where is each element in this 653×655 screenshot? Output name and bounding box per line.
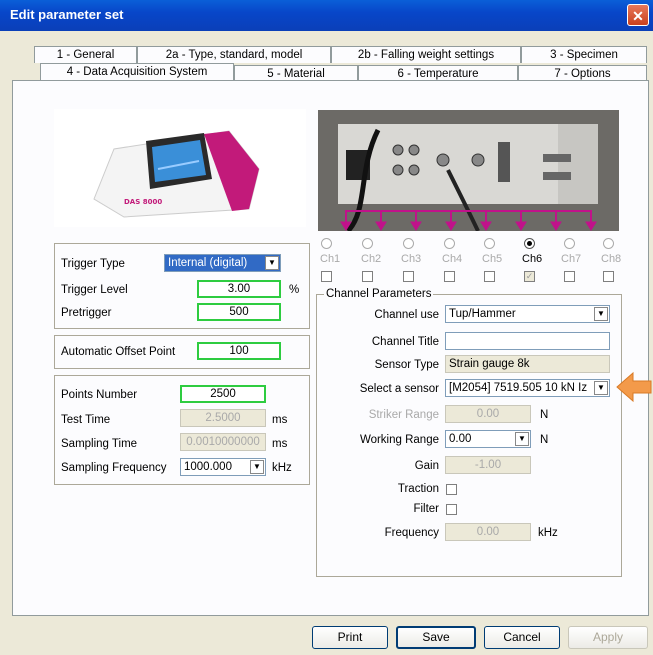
striker-range-unit: N bbox=[540, 409, 549, 421]
channel-6-checkbox[interactable]: ✓ bbox=[524, 271, 535, 282]
channel-3-checkbox[interactable] bbox=[403, 271, 414, 282]
offset-label: Automatic Offset Point bbox=[61, 346, 176, 358]
device-image: DAS 8000 bbox=[54, 109, 306, 227]
channel-6-label: Ch6 bbox=[522, 253, 543, 265]
print-button[interactable]: Print bbox=[312, 626, 388, 649]
traction-label: Traction bbox=[397, 483, 439, 495]
save-button[interactable]: Save bbox=[396, 626, 476, 649]
test-time-input: 2.5000 bbox=[180, 409, 266, 427]
pretrigger-input[interactable]: 500 bbox=[197, 303, 281, 321]
channel-5-label: Ch5 bbox=[482, 253, 503, 265]
device-brand-label: DAS 8000 bbox=[124, 198, 162, 206]
channel-1-radio[interactable] bbox=[321, 238, 332, 249]
test-time-unit: ms bbox=[272, 414, 288, 426]
channel-3-label: Ch3 bbox=[401, 253, 422, 265]
channel-use-select[interactable]: Tup/Hammer ▼ bbox=[445, 305, 610, 323]
traction-checkbox[interactable] bbox=[446, 484, 457, 495]
channel-7-checkbox[interactable] bbox=[564, 271, 575, 282]
sampling-frequency-value: 1000.000 bbox=[184, 461, 232, 473]
working-range-value: 0.00 bbox=[449, 433, 472, 445]
cancel-button[interactable]: Cancel bbox=[484, 626, 560, 649]
chevron-down-icon[interactable]: ▼ bbox=[265, 256, 279, 270]
channel-5-radio[interactable] bbox=[484, 238, 495, 249]
gain-label: Gain bbox=[414, 460, 439, 472]
title-bar: Edit parameter set ✕ bbox=[0, 0, 653, 31]
select-sensor-label: Select a sensor bbox=[359, 383, 439, 395]
channel-2-radio[interactable] bbox=[362, 238, 373, 249]
channel-1-checkbox[interactable] bbox=[321, 271, 332, 282]
select-sensor-value: [M2054] 7519.505 10 kN Iz bbox=[449, 382, 588, 394]
chevron-down-icon[interactable]: ▼ bbox=[250, 460, 264, 474]
trigger-type-label: Trigger Type bbox=[61, 258, 125, 270]
channel-3-radio[interactable] bbox=[403, 238, 414, 249]
sampling-time-unit: ms bbox=[272, 438, 288, 450]
trigger-level-input[interactable]: 3.00 bbox=[197, 280, 281, 298]
offset-input[interactable]: 100 bbox=[197, 342, 281, 360]
chevron-down-icon[interactable]: ▼ bbox=[515, 432, 529, 446]
working-range-unit: N bbox=[540, 434, 549, 446]
striker-range-label: Striker Range bbox=[368, 409, 439, 421]
channel-2-label: Ch2 bbox=[361, 253, 382, 265]
working-range-select[interactable]: 0.00 ▼ bbox=[445, 430, 531, 448]
channel-8-radio[interactable] bbox=[603, 238, 614, 249]
channel-arrows bbox=[340, 210, 597, 231]
channel-use-label: Channel use bbox=[374, 309, 439, 321]
channel-2-checkbox[interactable] bbox=[362, 271, 373, 282]
test-time-label: Test Time bbox=[61, 414, 111, 426]
channel-8-checkbox[interactable] bbox=[603, 271, 614, 282]
channel-6-radio[interactable] bbox=[524, 238, 535, 249]
gain-input: -1.00 bbox=[445, 456, 531, 474]
tab-specimen[interactable]: 3 - Specimen bbox=[521, 46, 647, 63]
pretrigger-label: Pretrigger bbox=[61, 307, 112, 319]
trigger-level-unit: % bbox=[289, 284, 300, 296]
channel-title-input[interactable] bbox=[445, 332, 610, 350]
frequency-input: 0.00 bbox=[445, 523, 531, 541]
striker-range-input: 0.00 bbox=[445, 405, 531, 423]
channel-8-label: Ch8 bbox=[601, 253, 622, 265]
highlight-arrow-icon bbox=[616, 371, 652, 403]
tab-type-standard-model[interactable]: 2a - Type, standard, model bbox=[137, 46, 331, 63]
channel-4-checkbox[interactable] bbox=[444, 271, 455, 282]
window-title: Edit parameter set bbox=[10, 7, 124, 22]
filter-checkbox[interactable] bbox=[446, 504, 457, 515]
working-range-label: Working Range bbox=[359, 434, 439, 446]
channel-parameters-legend: Channel Parameters bbox=[324, 288, 434, 300]
trigger-level-label: Trigger Level bbox=[61, 284, 128, 296]
points-number-label: Points Number bbox=[61, 389, 138, 401]
tab-general[interactable]: 1 - General bbox=[34, 46, 137, 63]
sampling-frequency-unit: kHz bbox=[272, 462, 292, 474]
trigger-type-value: Internal (digital) bbox=[168, 257, 248, 269]
select-sensor-select[interactable]: [M2054] 7519.505 10 kN Iz ▼ bbox=[445, 379, 610, 397]
chevron-down-icon[interactable]: ▼ bbox=[594, 307, 608, 321]
frequency-unit: kHz bbox=[538, 527, 558, 539]
filter-label: Filter bbox=[413, 503, 439, 515]
channel-1-label: Ch1 bbox=[320, 253, 341, 265]
sensor-type-label: Sensor Type bbox=[374, 359, 439, 371]
channel-4-radio[interactable] bbox=[444, 238, 455, 249]
chevron-down-icon[interactable]: ▼ bbox=[594, 381, 608, 395]
sampling-time-input: 0.0010000000 bbox=[180, 433, 266, 451]
sampling-frequency-select[interactable]: 1000.000 ▼ bbox=[180, 458, 266, 476]
sampling-frequency-label: Sampling Frequency bbox=[61, 462, 167, 474]
channel-7-radio[interactable] bbox=[564, 238, 575, 249]
apply-button[interactable]: Apply bbox=[568, 626, 648, 649]
trigger-type-select[interactable]: Internal (digital) ▼ bbox=[164, 254, 281, 272]
channel-use-value: Tup/Hammer bbox=[449, 308, 516, 320]
close-icon[interactable]: ✕ bbox=[627, 4, 649, 26]
sensor-type-value: Strain gauge 8k bbox=[445, 355, 610, 373]
channel-5-checkbox[interactable] bbox=[484, 271, 495, 282]
frequency-label: Frequency bbox=[384, 527, 439, 539]
tab-falling-weight[interactable]: 2b - Falling weight settings bbox=[331, 46, 521, 63]
channel-4-label: Ch4 bbox=[442, 253, 463, 265]
dialog-window: Edit parameter set ✕ 1 - General 2a - Ty… bbox=[0, 0, 653, 655]
points-number-input[interactable]: 2500 bbox=[180, 385, 266, 403]
channel-title-label: Channel Title bbox=[371, 336, 439, 348]
sampling-time-label: Sampling Time bbox=[61, 438, 138, 450]
channel-7-label: Ch7 bbox=[561, 253, 582, 265]
